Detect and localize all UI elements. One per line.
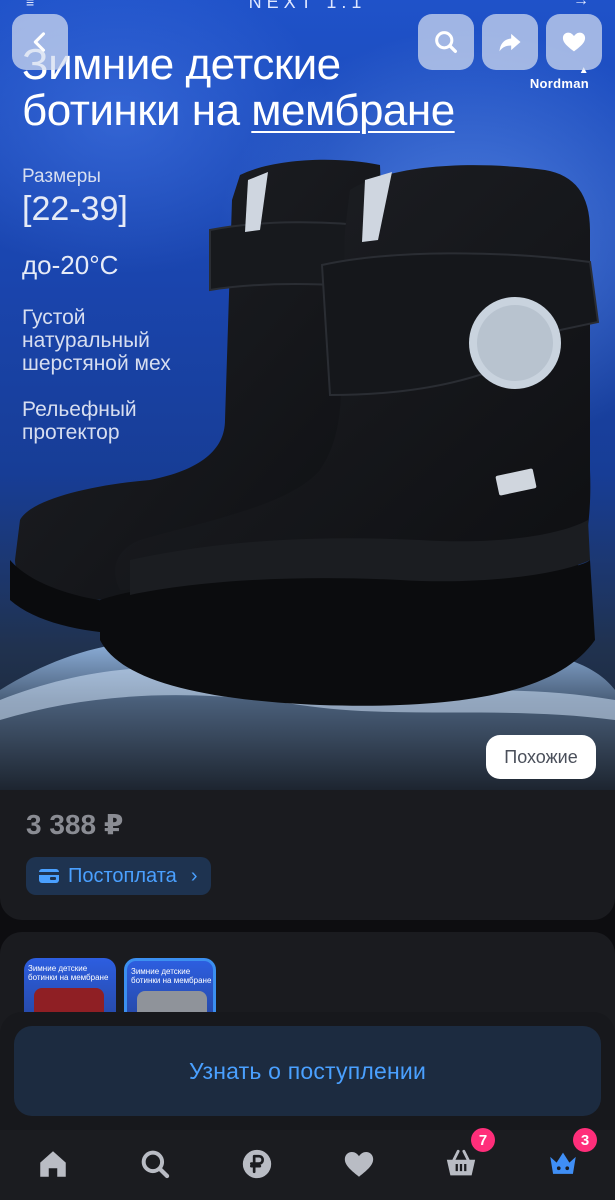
home-icon — [40, 1151, 66, 1177]
bottom-navigation: 7 3 — [0, 1128, 615, 1200]
search-button[interactable] — [418, 14, 474, 70]
nav-payments[interactable] — [237, 1144, 277, 1184]
product-price: 3 388 ₽ — [26, 809, 124, 840]
heart-icon — [344, 1151, 374, 1177]
chevron-right-icon: › — [190, 864, 198, 887]
nav-home[interactable] — [33, 1144, 73, 1184]
thumbnail-caption: Зимние детские ботинки на мембране — [28, 964, 109, 982]
profile-badge: 3 — [573, 1128, 597, 1152]
share-button[interactable] — [482, 14, 538, 70]
action-panel: Узнать о поступлении — [0, 1012, 615, 1130]
crown-icon — [550, 1152, 576, 1174]
temperature-feature: до-20°С — [22, 250, 119, 280]
nav-favorites[interactable] — [339, 1144, 379, 1184]
product-image-gallery[interactable]: ≡ NEXT 1.1 → Зимние детские ботинки на м… — [0, 0, 615, 790]
postpay-label: Постоплата — [68, 864, 177, 887]
card-icon — [39, 869, 59, 883]
basket-icon — [446, 1149, 476, 1176]
sizes-label: Размеры — [22, 166, 101, 187]
fur-feature: Густой натуральный шерстяной мех — [22, 306, 171, 375]
ruble-icon — [242, 1149, 272, 1179]
hero-title-line2: ботинки на мембране — [22, 88, 582, 134]
hero-title-line2-underlined: мембране — [251, 86, 455, 135]
logo-text: Nordman — [529, 76, 589, 91]
favorite-button[interactable] — [546, 14, 602, 70]
sizes-value: [22-39] — [22, 190, 128, 228]
back-button[interactable] — [12, 14, 68, 70]
postpay-button[interactable]: Постоплата › — [26, 857, 212, 895]
heart-icon — [562, 32, 586, 52]
similar-button[interactable]: Похожие — [486, 735, 596, 779]
notify-arrival-button[interactable]: Узнать о поступлении — [14, 1026, 601, 1116]
sole-feature: Рельефный протектор — [22, 398, 137, 444]
nav-cart[interactable]: 7 — [441, 1128, 495, 1184]
hero-title-line2-plain: ботинки на — [22, 86, 252, 135]
thumbnail-caption: Зимние детские ботинки на мембране — [131, 967, 212, 985]
chevron-left-icon — [33, 32, 46, 52]
nav-search[interactable] — [135, 1144, 175, 1184]
nav-profile[interactable]: 3 — [543, 1128, 597, 1184]
share-icon — [499, 33, 521, 52]
search-icon — [141, 1150, 170, 1179]
price-card: 3 388 ₽ Постоплата › — [0, 790, 615, 920]
search-icon — [435, 31, 457, 53]
cart-badge: 7 — [471, 1128, 495, 1152]
